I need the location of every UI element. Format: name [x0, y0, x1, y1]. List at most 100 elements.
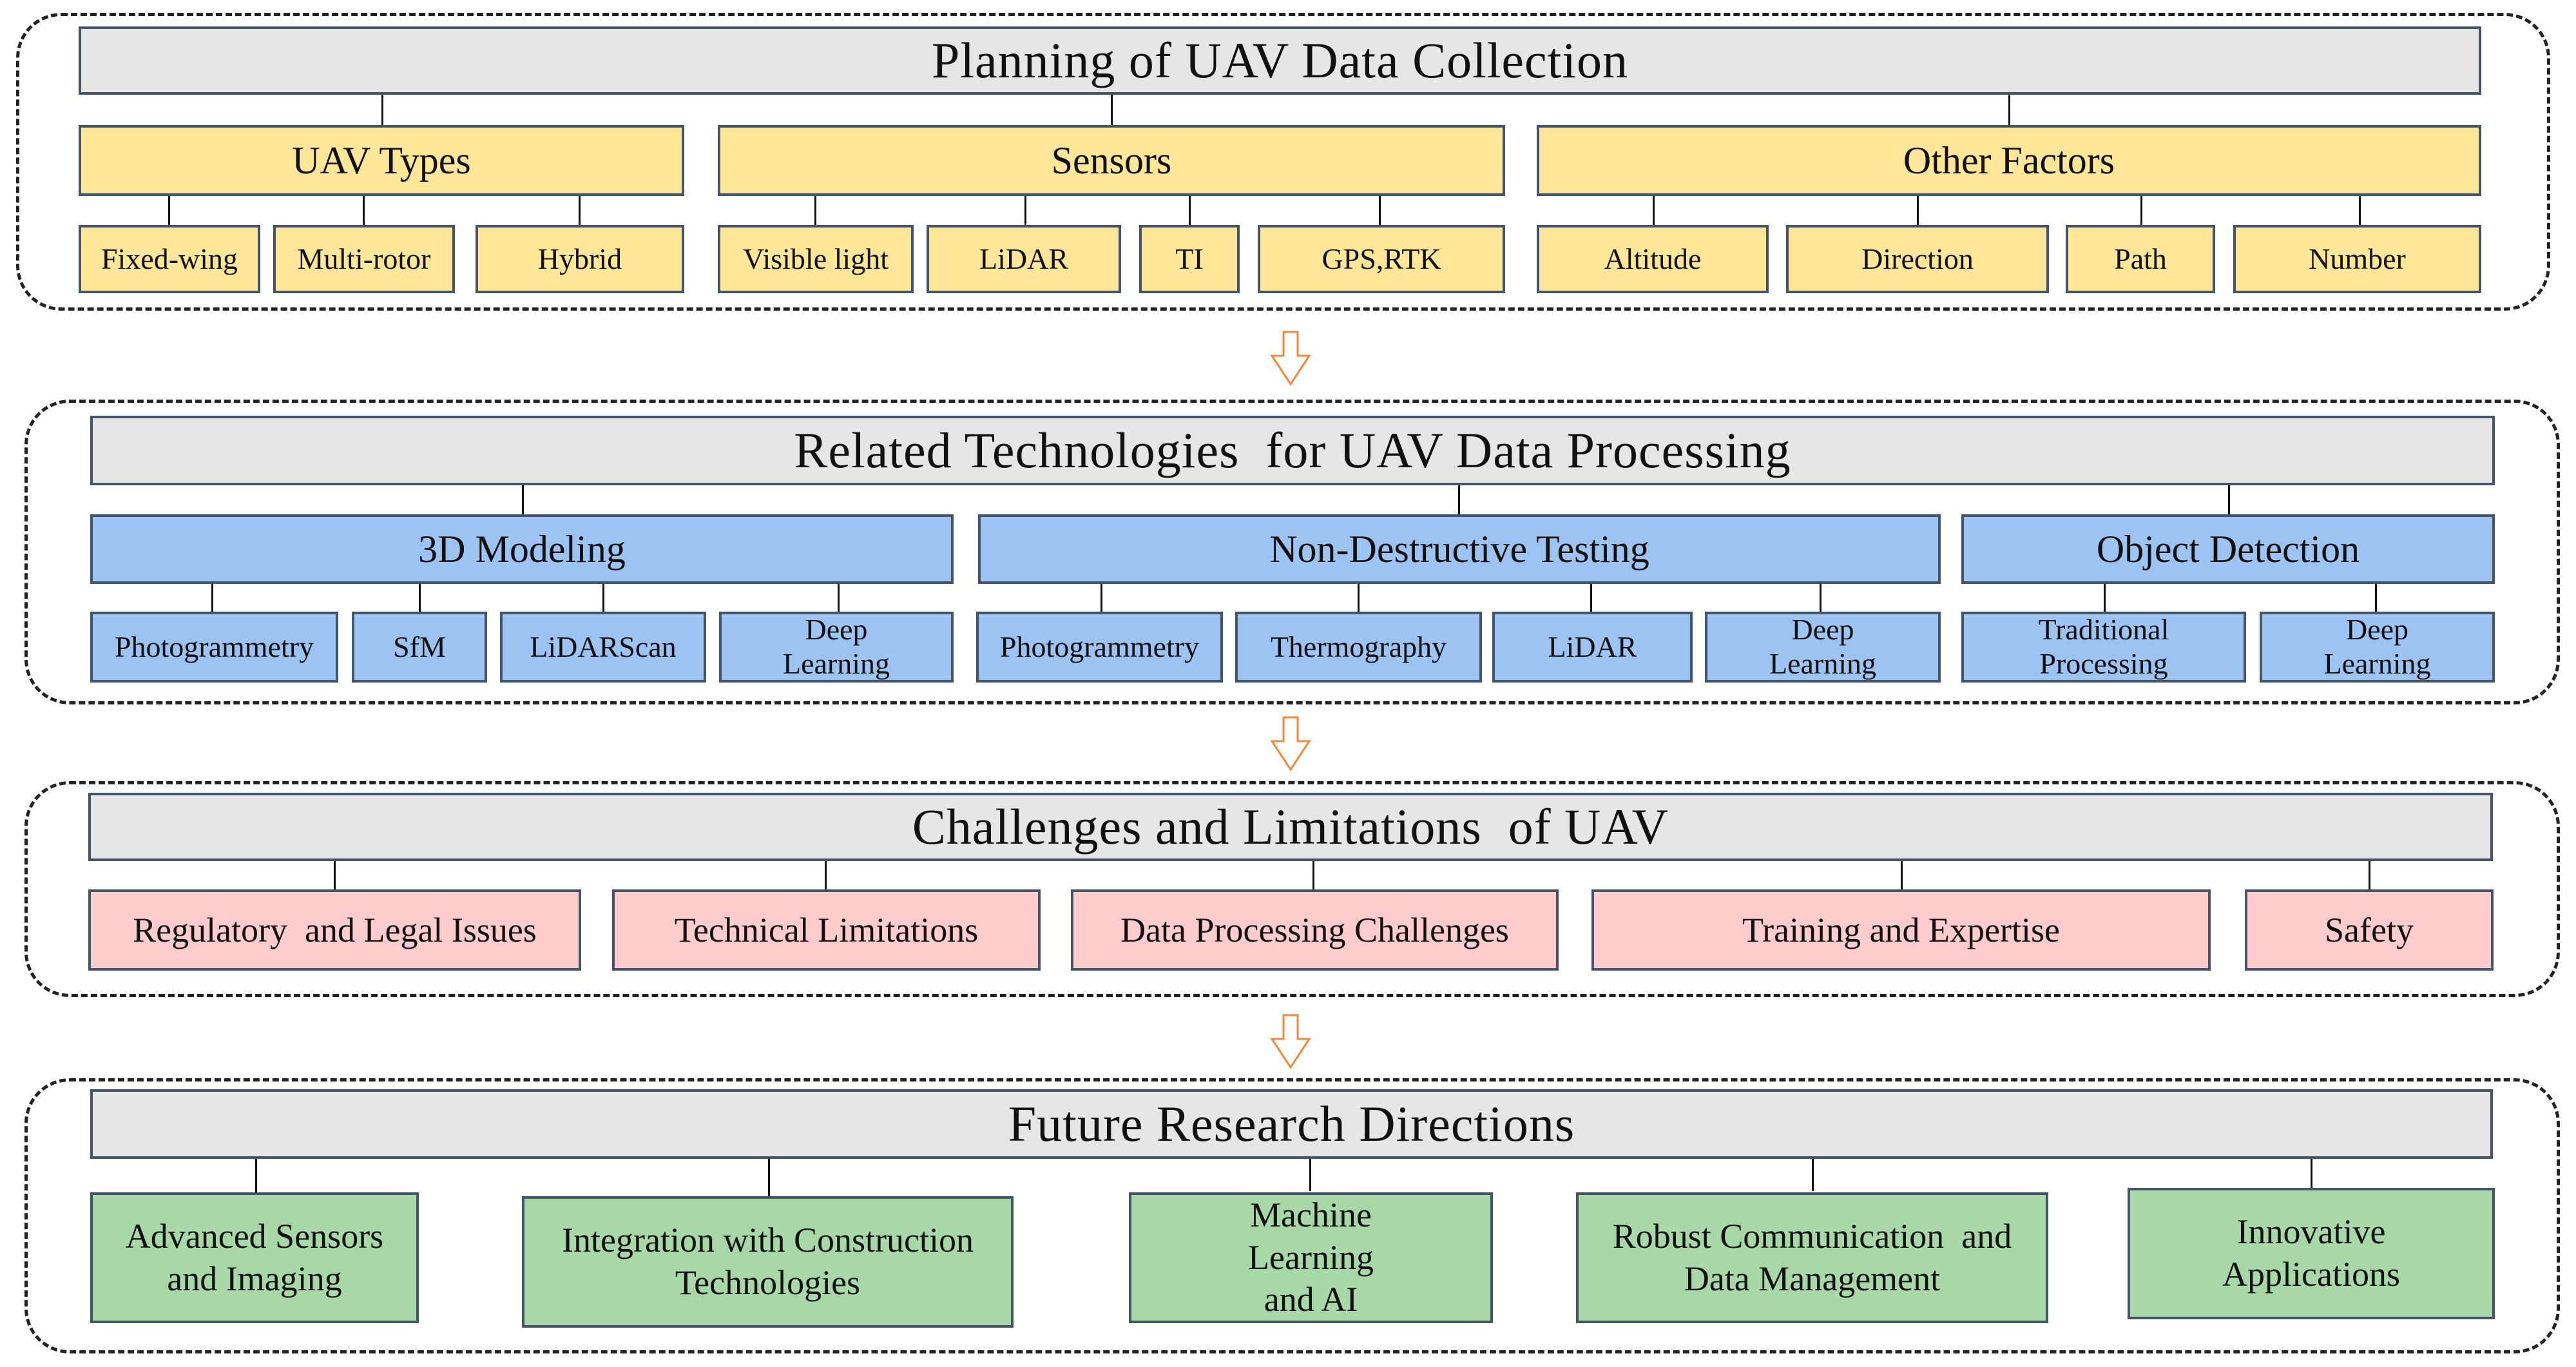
leaf-label: Direction	[1861, 242, 1974, 275]
leaf-gps-rtk: GPS,RTK	[1258, 225, 1505, 293]
connector	[211, 584, 213, 612]
connector	[2311, 1159, 2312, 1188]
leaf-visible-light: Visible light	[718, 225, 914, 293]
connector	[522, 485, 524, 514]
connector	[1024, 196, 1026, 225]
future-label: Machine Learning and AI	[1248, 1195, 1374, 1319]
future-advanced-sensors: Advanced Sensors and Imaging	[90, 1192, 419, 1323]
leaf-ti: TI	[1139, 225, 1240, 293]
connector	[255, 1159, 257, 1192]
leaf-thermography: Thermography	[1235, 612, 1482, 683]
leaf-label: Fixed-wing	[101, 242, 238, 275]
connector	[419, 584, 421, 612]
leaf-label: Photogrammetry	[114, 630, 314, 663]
connector	[1312, 861, 1314, 889]
connector	[1590, 584, 1592, 612]
leaf-label: Thermography	[1270, 630, 1447, 663]
connector	[2008, 95, 2010, 125]
leaf-label: Traditional Processing	[2038, 613, 2169, 680]
connector	[2140, 196, 2142, 225]
leaf-label: LiDAR	[979, 242, 1068, 275]
leaf-label: Visible light	[743, 242, 889, 275]
connector	[1820, 584, 1821, 612]
connector	[579, 196, 581, 225]
challenge-safety: Safety	[2245, 889, 2494, 971]
connector	[1901, 861, 1903, 889]
connector	[2359, 196, 2361, 225]
connector	[2104, 584, 2106, 612]
leaf-lidar: LiDAR	[1492, 612, 1693, 683]
leaf-sfm: SfM	[352, 612, 487, 683]
leaf-label: Deep Learning	[2323, 613, 2431, 680]
future-innovative-applications: Innovative Applications	[2128, 1188, 2495, 1319]
challenge-label: Training and Expertise	[1742, 910, 2060, 949]
connector	[825, 861, 827, 889]
challenge-training-expertise: Training and Expertise	[1591, 889, 2211, 971]
group-non-destructive-testing: Non-Destructive Testing	[978, 514, 1941, 584]
future-label: Robust Communication and Data Management	[1612, 1216, 2012, 1298]
connector	[838, 584, 840, 612]
connector	[2375, 584, 2377, 612]
connector	[1189, 196, 1191, 225]
connector	[2369, 861, 2370, 889]
leaf-label: GPS,RTK	[1322, 242, 1441, 275]
leaf-label: Deep Learning	[782, 613, 890, 680]
leaf-label: Multi-rotor	[297, 242, 431, 275]
group-object-detection: Object Detection	[1961, 514, 2495, 584]
leaf-lidar: LiDAR	[927, 225, 1121, 293]
header-data-collection-label: Planning of UAV Data Collection	[931, 32, 1629, 89]
leaf-label: Deep Learning	[1769, 613, 1877, 680]
group-sensors-label: Sensors	[1051, 139, 1172, 182]
header-future-research-label: Future Research Directions	[1008, 1096, 1575, 1152]
connector	[1358, 584, 1360, 612]
leaf-deep-learning: Deep Learning	[1705, 612, 1941, 683]
leaf-lidarscan: LiDARScan	[500, 612, 706, 683]
leaf-number: Number	[2233, 225, 2481, 293]
header-data-processing-label: Related Technologies for UAV Data Proces…	[794, 422, 1791, 479]
future-label: Advanced Sensors and Imaging	[125, 1216, 384, 1298]
group-uav-types: UAV Types	[79, 125, 684, 196]
connector	[814, 196, 816, 225]
header-challenges: Challenges and Limitations of UAV	[88, 793, 2493, 861]
leaf-multi-rotor: Multi-rotor	[273, 225, 455, 293]
connector	[1917, 196, 1919, 225]
connector	[2228, 485, 2230, 514]
connector	[1458, 485, 1460, 514]
leaf-label: Altitude	[1604, 242, 1702, 275]
challenge-label: Regulatory and Legal Issues	[133, 910, 537, 949]
leaf-label: LiDAR	[1548, 630, 1637, 663]
challenge-technical-limitations: Technical Limitations	[612, 889, 1041, 971]
leaf-label: TI	[1175, 242, 1204, 275]
down-arrow-icon	[1270, 331, 1311, 386]
header-data-collection: Planning of UAV Data Collection	[79, 26, 2481, 95]
leaf-label: Number	[2309, 242, 2406, 275]
leaf-deep-learning: Deep Learning	[2260, 612, 2495, 683]
connector	[1653, 196, 1655, 225]
connector	[381, 95, 383, 125]
leaf-path: Path	[2066, 225, 2215, 293]
connector	[602, 584, 604, 612]
challenge-regulatory-legal: Regulatory and Legal Issues	[88, 889, 581, 971]
connector	[1812, 1159, 1814, 1191]
group-other-factors-label: Other Factors	[1903, 139, 2115, 182]
header-data-processing: Related Technologies for UAV Data Proces…	[90, 416, 2495, 485]
leaf-deep-learning: Deep Learning	[719, 612, 954, 683]
challenge-label: Data Processing Challenges	[1120, 910, 1509, 949]
header-future-research: Future Research Directions	[90, 1089, 2493, 1159]
connector	[1309, 1159, 1311, 1191]
group-object-detection-label: Object Detection	[2096, 527, 2360, 570]
future-communication-data-management: Robust Communication and Data Management	[1576, 1192, 2048, 1323]
connector	[1379, 196, 1381, 225]
leaf-direction: Direction	[1786, 225, 2049, 293]
leaf-photogrammetry: Photogrammetry	[90, 612, 338, 683]
leaf-altitude: Altitude	[1537, 225, 1769, 293]
group-3d-modeling-label: 3D Modeling	[418, 527, 626, 570]
challenge-label: Technical Limitations	[674, 910, 979, 949]
leaf-hybrid: Hybrid	[476, 225, 684, 293]
leaf-traditional-processing: Traditional Processing	[1961, 612, 2246, 683]
leaf-label: Photogrammetry	[999, 630, 1200, 663]
leaf-label: SfM	[393, 630, 446, 663]
future-construction-integration: Integration with Construction Technologi…	[522, 1196, 1014, 1328]
connector	[168, 196, 170, 225]
group-uav-types-label: UAV Types	[292, 139, 471, 182]
